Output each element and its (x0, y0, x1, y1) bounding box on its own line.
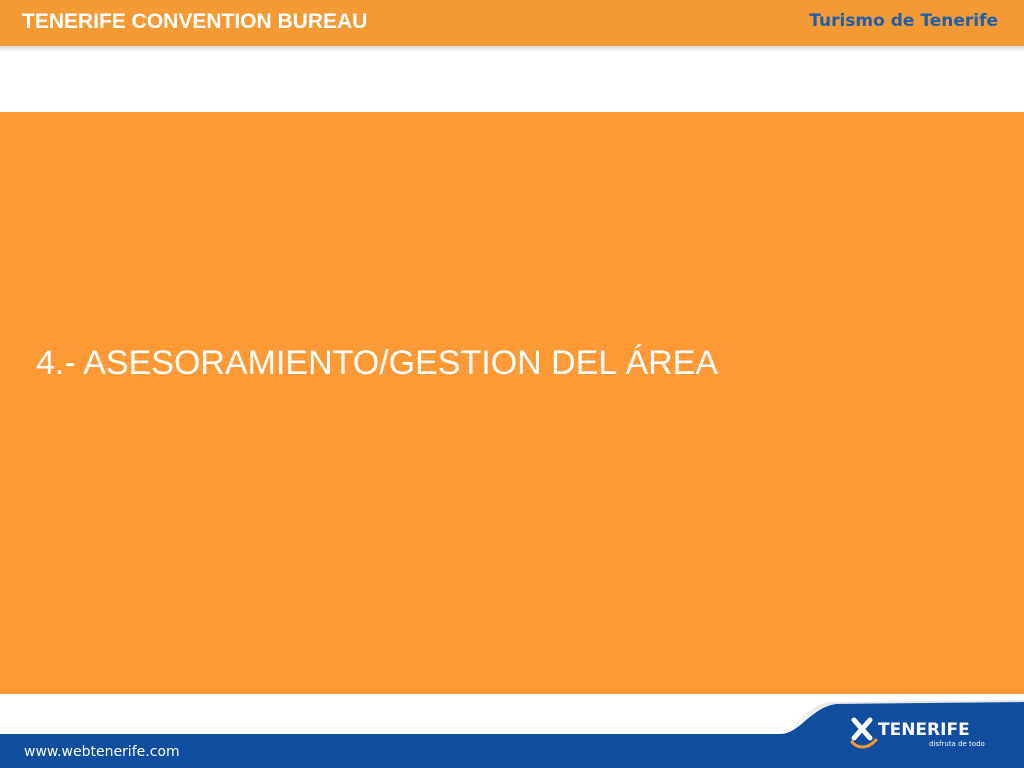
brand-name: Turismo de Tenerife (809, 11, 998, 31)
x-swoosh-icon (850, 717, 878, 749)
slide: TENERIFE CONVENTION BUREAU Turismo de Te… (0, 0, 1024, 768)
logo-tagline: disfruta de todo (929, 740, 985, 748)
header-shadow (0, 46, 1024, 52)
content-area: 4.- ASESORAMIENTO/GESTION DEL ÁREA (0, 112, 1024, 694)
logo-text: TENERIFE (878, 720, 970, 740)
section-heading: 4.- ASESORAMIENTO/GESTION DEL ÁREA (36, 344, 719, 382)
header-title: TENERIFE CONVENTION BUREAU (22, 10, 368, 33)
website-link[interactable]: www.webtenerife.com (24, 744, 180, 760)
tenerife-logo: TENERIFE disfruta de todo (850, 714, 1000, 754)
